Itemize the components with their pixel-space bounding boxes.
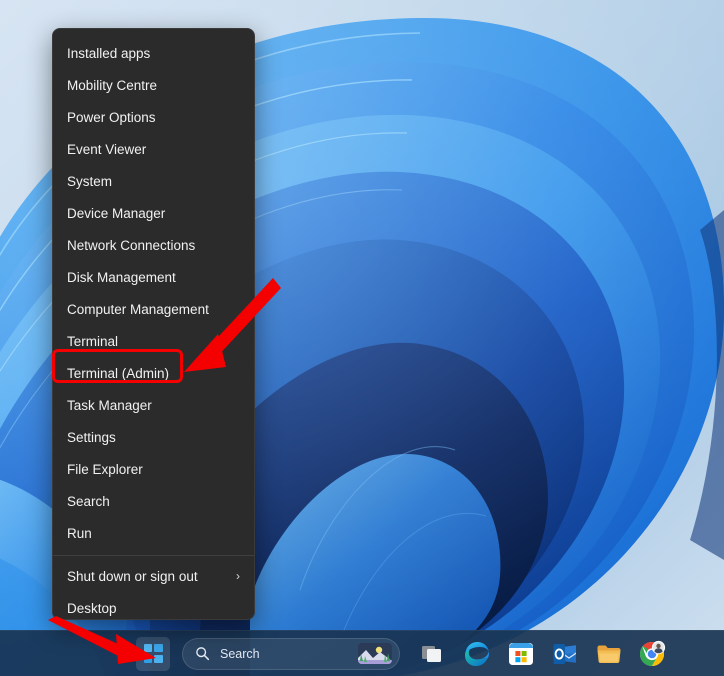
taskbar[interactable]: Search <box>0 630 724 676</box>
menu-item-label: Disk Management <box>67 270 176 285</box>
menu-item-device-manager[interactable]: Device Manager <box>53 198 254 230</box>
menu-item-label: Shut down or sign out <box>67 569 198 584</box>
taskbar-app-file-explorer[interactable] <box>592 637 625 670</box>
chevron-right-icon: › <box>236 569 240 583</box>
menu-item-label: File Explorer <box>67 462 143 477</box>
menu-item-label: Mobility Centre <box>67 78 158 93</box>
menu-item-task-manager[interactable]: Task Manager <box>53 390 254 422</box>
menu-item-label: Settings <box>67 430 116 445</box>
taskbar-app-task-view[interactable] <box>416 637 449 670</box>
menu-item-label: Desktop <box>67 601 117 616</box>
menu-item-label: Network Connections <box>67 238 196 253</box>
menu-item-system[interactable]: System <box>53 166 254 198</box>
taskbar-app-outlook[interactable] <box>548 637 581 670</box>
menu-item-power-options[interactable]: Power Options <box>53 102 254 134</box>
menu-item-event-viewer[interactable]: Event Viewer <box>53 134 254 166</box>
menu-item-network-connections[interactable]: Network Connections <box>53 230 254 262</box>
search-input[interactable]: Search <box>182 637 400 670</box>
menu-item-run[interactable]: Run <box>53 518 254 550</box>
daily-image-thumbnail[interactable] <box>358 643 392 664</box>
start-button[interactable] <box>136 636 170 671</box>
winx-power-user-menu[interactable]: Installed apps Mobility Centre Power Opt… <box>52 28 255 620</box>
desktop[interactable]: Installed apps Mobility Centre Power Opt… <box>0 0 724 676</box>
menu-item-shut-down-or-sign-out[interactable]: Shut down or sign out › <box>53 561 254 593</box>
windows-logo-icon <box>143 644 163 663</box>
menu-item-label: System <box>67 174 113 189</box>
menu-item-label: Installed apps <box>67 46 151 61</box>
menu-item-label: Terminal <box>67 334 119 349</box>
taskbar-app-microsoft-edge[interactable] <box>460 637 493 670</box>
menu-item-mobility-centre[interactable]: Mobility Centre <box>53 70 254 102</box>
menu-item-label: Search <box>67 494 110 509</box>
menu-item-label: Device Manager <box>67 206 166 221</box>
menu-item-label: Power Options <box>67 110 156 125</box>
taskbar-apps[interactable] <box>416 637 669 670</box>
menu-item-terminal[interactable]: Terminal <box>53 326 254 358</box>
search-placeholder: Search <box>220 646 260 661</box>
menu-item-label: Event Viewer <box>67 142 147 157</box>
menu-item-file-explorer[interactable]: File Explorer <box>53 454 254 486</box>
menu-item-label: Computer Management <box>67 302 209 317</box>
menu-item-label: Terminal (Admin) <box>67 366 170 381</box>
menu-separator <box>53 555 254 556</box>
menu-item-search[interactable]: Search <box>53 486 254 518</box>
search-icon <box>195 646 210 661</box>
menu-item-settings[interactable]: Settings <box>53 422 254 454</box>
menu-item-label: Run <box>67 526 92 541</box>
menu-item-disk-management[interactable]: Disk Management <box>53 262 254 294</box>
menu-item-installed-apps[interactable]: Installed apps <box>53 38 254 70</box>
menu-item-desktop[interactable]: Desktop <box>53 593 254 625</box>
menu-item-terminal-admin[interactable]: Terminal (Admin) <box>53 358 254 390</box>
taskbar-app-google-chrome[interactable] <box>636 637 669 670</box>
taskbar-app-microsoft-store[interactable] <box>504 637 537 670</box>
menu-item-label: Task Manager <box>67 398 152 413</box>
menu-item-computer-management[interactable]: Computer Management <box>53 294 254 326</box>
